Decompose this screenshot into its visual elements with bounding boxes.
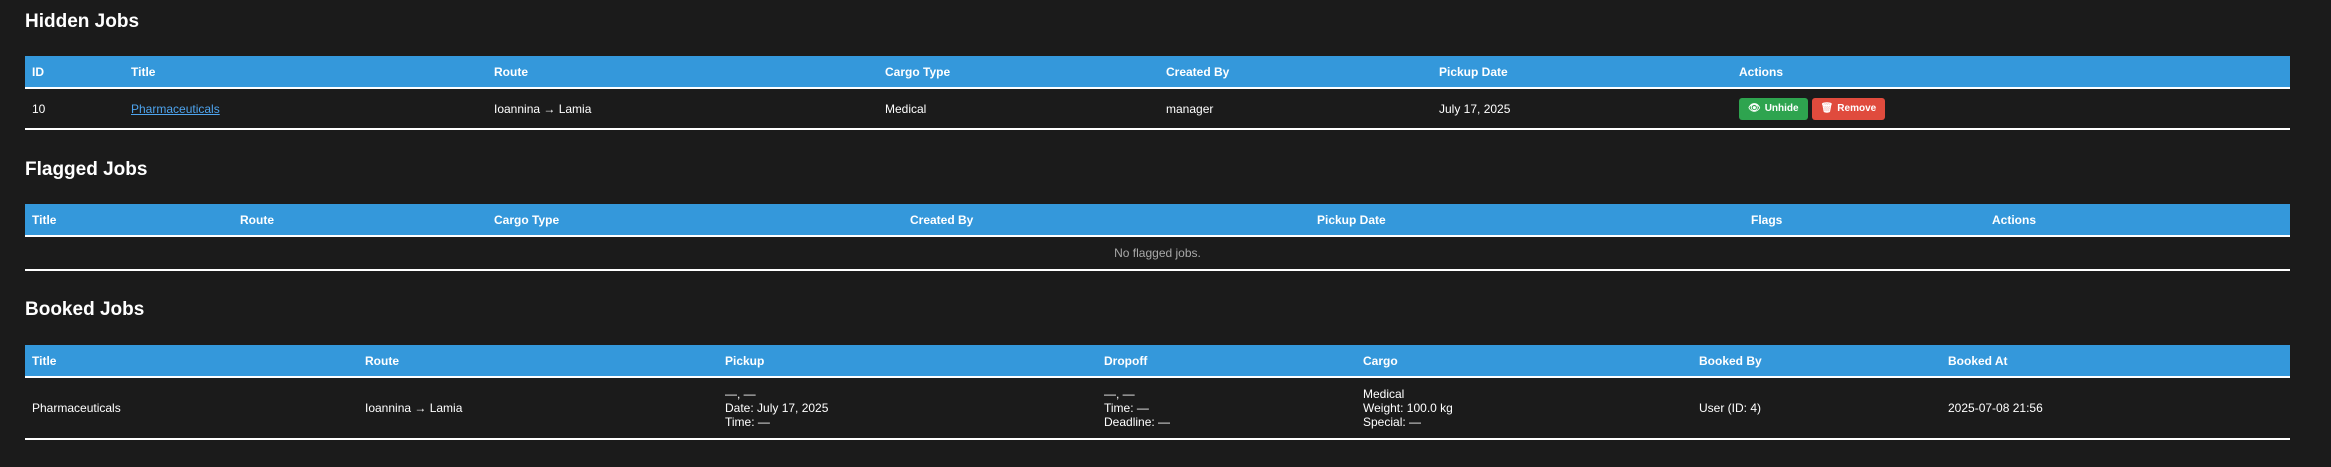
column-header-title: Title [124, 56, 487, 89]
pickup-location: —, — [725, 387, 756, 401]
column-header-pickup: Pickup [718, 345, 1097, 378]
job-route: Ioannina → Lamia [494, 101, 592, 116]
no-flagged-jobs-message: No flagged jobs. [1114, 246, 1201, 260]
column-header-cargo-type: Cargo Type [487, 204, 903, 237]
column-header-actions: Actions [1985, 204, 2290, 237]
unhide-button[interactable]: 👁 Unhide [1739, 97, 1808, 120]
hidden-jobs-table: ID Title Route Cargo Type Created By Pic… [25, 56, 2290, 130]
column-header-pickup-date: Pickup Date [1432, 56, 1732, 89]
booked-job-title: Pharmaceuticals [32, 401, 121, 415]
column-header-route: Route [233, 204, 487, 237]
job-title-link[interactable]: Pharmaceuticals [131, 102, 220, 116]
job-pickup-date: July 17, 2025 [1439, 101, 1511, 116]
flagged-jobs-table: Title Route Cargo Type Created By Pickup… [25, 204, 2290, 271]
table-row: 10 Pharmaceuticals Ioannina → Lamia Medi… [25, 88, 2290, 129]
dropoff-time: Time: — [1104, 401, 1149, 415]
cargo-weight: Weight: 100.0 kg [1363, 401, 1453, 415]
pickup-time: Time: — [725, 415, 770, 429]
unhide-button-label: Unhide [1764, 103, 1799, 114]
booked-by: User (ID: 4) [1699, 401, 1762, 415]
hidden-jobs-heading: Hidden Jobs [25, 11, 140, 32]
column-header-dropoff: Dropoff [1097, 345, 1356, 378]
table-header-row: ID Title Route Cargo Type Created By Pic… [25, 56, 2290, 89]
column-header-booked-by: Booked By [1692, 345, 1941, 378]
trash-icon: 🗑 [1820, 102, 1834, 114]
booked-at: 2025-07-08 21:56 [1948, 401, 2043, 415]
job-created-by: manager [1166, 101, 1214, 116]
table-header-row: Title Route Cargo Type Created By Pickup… [25, 204, 2290, 237]
cargo-special: Special: — [1363, 415, 1422, 429]
column-header-booked-at: Booked At [1941, 345, 2290, 378]
cargo-type: Medical [1363, 387, 1405, 401]
booked-jobs-table: Title Route Pickup Dropoff Cargo Booked … [25, 345, 2290, 440]
column-header-route: Route [487, 56, 878, 89]
dropoff-deadline: Deadline: — [1104, 415, 1171, 429]
table-row: Pharmaceuticals Ioannina → Lamia —, — Da… [25, 377, 2290, 439]
column-header-created-by: Created By [1159, 56, 1432, 89]
column-header-title: Title [25, 345, 358, 378]
column-header-route: Route [358, 345, 718, 378]
booked-jobs-heading: Booked Jobs [25, 299, 145, 320]
remove-button-label: Remove [1837, 103, 1877, 114]
booked-job-route: Ioannina → Lamia [365, 401, 463, 415]
column-header-id: ID [25, 56, 124, 89]
column-header-created-by: Created By [903, 204, 1310, 237]
job-id: 10 [32, 101, 46, 116]
eye-icon: 👁 [1748, 102, 1761, 114]
pickup-date: Date: July 17, 2025 [725, 401, 829, 415]
flagged-jobs-heading: Flagged Jobs [25, 159, 148, 180]
column-header-cargo-type: Cargo Type [878, 56, 1159, 89]
column-header-flags: Flags [1744, 204, 1985, 237]
job-title-cell: Pharmaceuticals [124, 88, 487, 129]
booked-job-dropoff: —, — Time: — Deadline: — [1097, 377, 1356, 439]
dropoff-location: —, — [1104, 387, 1135, 401]
remove-button[interactable]: 🗑 Remove [1811, 97, 1886, 120]
column-header-title: Title [25, 204, 233, 237]
job-cargo-type: Medical [885, 101, 927, 116]
table-header-row: Title Route Pickup Dropoff Cargo Booked … [25, 345, 2290, 378]
column-header-cargo: Cargo [1356, 345, 1692, 378]
column-header-actions: Actions [1732, 56, 2290, 89]
job-actions: 👁 Unhide 🗑 Remove [1732, 88, 2290, 129]
empty-row: No flagged jobs. [25, 236, 2290, 270]
booked-job-cargo: Medical Weight: 100.0 kg Special: — [1356, 377, 1692, 439]
booked-job-pickup: —, — Date: July 17, 2025 Time: — [718, 377, 1097, 439]
column-header-pickup-date: Pickup Date [1310, 204, 1744, 237]
